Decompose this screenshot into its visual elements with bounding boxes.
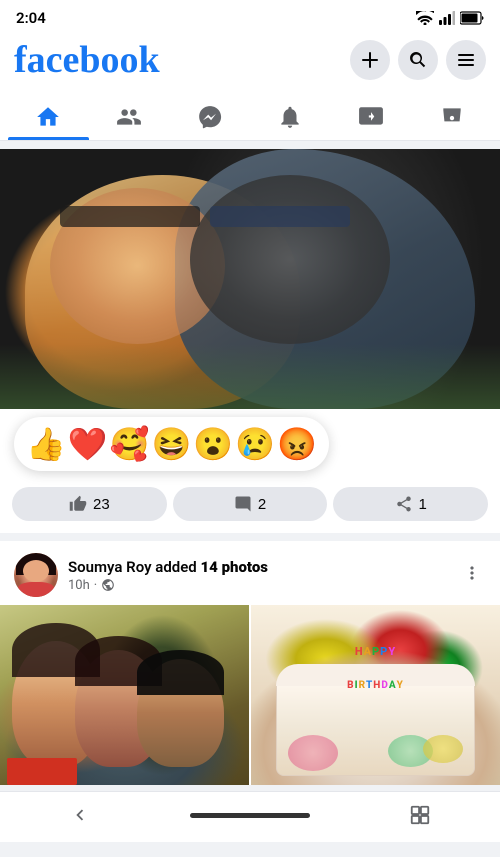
post-time-2: 10h · [68, 578, 448, 593]
share-button[interactable]: 1 [333, 487, 488, 521]
post-author-2: Soumya Roy added 14 photos [68, 558, 448, 576]
share-icon [395, 495, 413, 513]
app-header: facebook [0, 32, 500, 92]
public-icon [101, 578, 115, 592]
store-icon [439, 104, 465, 130]
plus-icon [360, 50, 380, 70]
battery-icon [460, 11, 484, 25]
header-actions [350, 40, 486, 80]
time-ago: 10h [68, 578, 90, 593]
post-card-1: 👍 ❤️ 🥰 😆 😮 😢 😡 23 2 [0, 149, 500, 533]
wow-emoji[interactable]: 😮 [193, 425, 233, 463]
bell-icon [277, 104, 303, 130]
home-indicator [190, 813, 310, 818]
more-options-icon [462, 563, 482, 583]
thumbs-up-icon [69, 495, 87, 513]
back-button[interactable] [69, 804, 91, 826]
comment-icon [234, 495, 252, 513]
tab-menu-store[interactable] [411, 92, 492, 140]
post-image-1 [0, 149, 500, 409]
like-button[interactable]: 23 [12, 487, 167, 521]
avatar-soumya[interactable] [14, 553, 58, 597]
back-icon [69, 804, 91, 826]
recent-apps-button[interactable] [409, 804, 431, 826]
care-emoji[interactable]: 🥰 [110, 425, 150, 463]
watch-icon [358, 104, 384, 130]
tab-messenger[interactable] [169, 92, 250, 140]
menu-button[interactable] [446, 40, 486, 80]
photo-grid-item-2[interactable]: H A P P Y B I R T H D A Y [251, 605, 500, 785]
search-button[interactable] [398, 40, 438, 80]
hamburger-icon [456, 50, 476, 70]
bottom-bar [0, 791, 500, 842]
post-header-2: Soumya Roy added 14 photos 10h · [0, 541, 500, 605]
reaction-row: 👍 ❤️ 🥰 😆 😮 😢 😡 [0, 409, 500, 479]
friends-icon [116, 104, 142, 130]
like-emoji[interactable]: 👍 [26, 425, 66, 463]
post-options-button[interactable] [458, 559, 486, 591]
comment-button[interactable]: 2 [173, 487, 328, 521]
haha-emoji[interactable]: 😆 [152, 425, 192, 463]
post-card-2: Soumya Roy added 14 photos 10h · [0, 541, 500, 785]
love-emoji[interactable]: ❤️ [68, 425, 108, 463]
tab-friends[interactable] [89, 92, 170, 140]
comment-count: 2 [258, 496, 266, 513]
messenger-icon [197, 104, 223, 130]
photo-grid-item-1[interactable] [0, 605, 249, 785]
angry-emoji[interactable]: 😡 [277, 425, 317, 463]
reaction-emoji-list: 👍 ❤️ 🥰 😆 😮 😢 😡 [14, 417, 329, 471]
home-icon [35, 104, 61, 130]
feed: 👍 ❤️ 🥰 😆 😮 😢 😡 23 2 [0, 149, 500, 785]
search-icon [408, 50, 428, 70]
wifi-icon [416, 11, 434, 25]
tab-notifications[interactable] [250, 92, 331, 140]
post-photo-selfie [0, 149, 500, 409]
like-count: 23 [93, 496, 110, 513]
status-icons [416, 11, 484, 25]
post-meta-2: Soumya Roy added 14 photos 10h · [68, 558, 448, 593]
avatar-image [14, 553, 58, 597]
add-button[interactable] [350, 40, 390, 80]
share-count: 1 [419, 496, 427, 513]
nav-tabs [0, 92, 500, 141]
photo-count: 14 photos [200, 558, 268, 576]
tab-home[interactable] [8, 92, 89, 140]
signal-icon [439, 11, 455, 25]
status-bar: 2:04 [0, 0, 500, 32]
facebook-logo: facebook [14, 38, 160, 82]
tab-watch[interactable] [331, 92, 412, 140]
sad-emoji[interactable]: 😢 [235, 425, 275, 463]
photo-grid-2: H A P P Y B I R T H D A Y [0, 605, 500, 785]
status-time: 2:04 [16, 9, 46, 27]
recent-apps-icon [409, 804, 431, 826]
author-name: Soumya Roy [68, 558, 152, 576]
post-actions: 23 2 1 [0, 479, 500, 533]
